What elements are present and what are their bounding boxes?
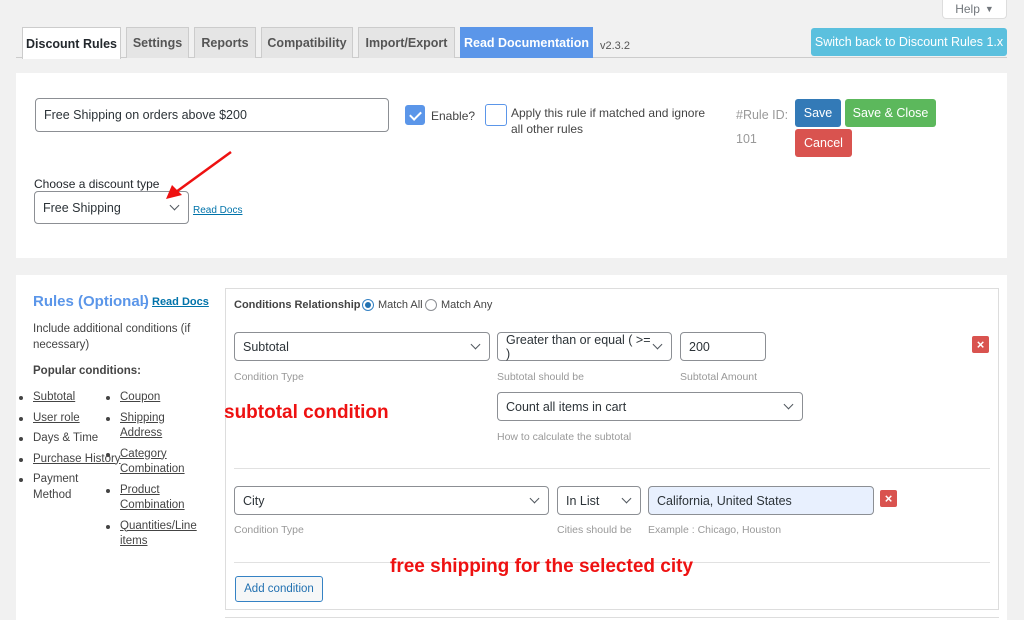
- rules-title: Rules (Optional): [33, 293, 149, 310]
- rule-id-value: 101: [736, 132, 757, 146]
- subtotal-calculation-select[interactable]: Count all items in cart: [497, 392, 803, 421]
- triangle-down-icon: ▼: [984, 4, 994, 14]
- popular-conditions-right: Coupon Shipping Address Category Combina…: [106, 390, 206, 555]
- chevron-down-icon: [783, 399, 794, 410]
- tab-reports[interactable]: Reports: [194, 27, 256, 58]
- condition-type-hint: Condition Type: [234, 524, 304, 536]
- match-all-radio[interactable]: [362, 299, 374, 311]
- tab-import-export[interactable]: Import/Export: [358, 27, 455, 58]
- subtotal-annotation: subtotal condition: [224, 402, 389, 423]
- arrow-shaft: [175, 150, 232, 194]
- subtotal-amount-hint: Subtotal Amount: [680, 371, 758, 383]
- cities-input[interactable]: California, United States: [648, 486, 874, 515]
- amount-value: 200: [689, 339, 710, 354]
- condition-link-subtotal[interactable]: Subtotal: [33, 391, 75, 403]
- help-label: Help: [955, 2, 980, 16]
- condition-link-quantities-line-items[interactable]: Quantities/Line items: [120, 520, 197, 548]
- condition-link-coupon[interactable]: Coupon: [120, 391, 160, 403]
- panel-bottom-border: [225, 617, 999, 618]
- popular-condition-item: Payment Method: [19, 472, 89, 503]
- discount-type-read-docs-link[interactable]: Read Docs: [193, 205, 242, 216]
- apply-exclusive-checkbox[interactable]: [485, 104, 507, 126]
- cities-example-hint: Example : Chicago, Houston: [648, 524, 782, 536]
- cities-value: California, United States: [657, 493, 792, 508]
- subtotal-calculation-hint: How to calculate the subtotal: [497, 431, 632, 443]
- save-button[interactable]: Save: [795, 99, 841, 127]
- city-operator-select[interactable]: In List: [557, 486, 641, 515]
- red-arrow-annotation: [166, 150, 232, 199]
- delete-condition-button[interactable]: ×: [972, 336, 989, 353]
- condition-payment-method: Payment Method: [33, 473, 79, 501]
- chevron-down-icon: [621, 493, 632, 504]
- close-icon: ×: [884, 491, 893, 506]
- chevron-down-icon: [652, 339, 663, 350]
- discount-type-value: Free Shipping: [43, 200, 121, 215]
- condition-link-category-combination[interactable]: Category Combination: [120, 448, 185, 476]
- condition-link-user-role[interactable]: User role: [33, 412, 80, 424]
- apply-exclusive-label: Apply this rule if matched and ignore al…: [511, 106, 706, 136]
- subtotal-amount-input[interactable]: 200: [680, 332, 766, 361]
- discount-type-label: Choose a discount type: [34, 177, 160, 191]
- save-close-button[interactable]: Save & Close: [845, 99, 936, 127]
- tab-compatibility[interactable]: Compatibility: [261, 27, 353, 58]
- conditions-relationship-label: Conditions Relationship: [234, 299, 361, 311]
- city-operator-hint: Cities should be: [557, 524, 632, 536]
- rule-title-value: Free Shipping on orders above $200: [44, 108, 247, 122]
- version-label: v2.3.2: [600, 40, 630, 52]
- city-annotation: free shipping for the selected city: [390, 556, 694, 577]
- city-condition-type-select[interactable]: City: [234, 486, 549, 515]
- tab-discount-rules[interactable]: Discount Rules: [22, 27, 121, 59]
- popular-conditions-label: Popular conditions:: [33, 365, 141, 377]
- rule-title-input[interactable]: Free Shipping on orders above $200: [35, 98, 389, 132]
- popular-condition-item: Days & Time: [19, 431, 119, 447]
- tab-read-documentation[interactable]: Read Documentation: [460, 27, 593, 58]
- condition-type-hint: Condition Type: [234, 371, 304, 383]
- calculation-value: Count all items in cart: [506, 399, 627, 414]
- operator-value: In List: [566, 493, 600, 508]
- delete-condition-button[interactable]: ×: [880, 490, 897, 507]
- popular-condition-item[interactable]: Purchase History: [19, 452, 121, 468]
- popular-condition-item[interactable]: Subtotal: [19, 390, 119, 406]
- popular-condition-item[interactable]: Quantities/Line items: [106, 519, 201, 550]
- enable-checkbox[interactable]: [405, 105, 425, 125]
- enable-label: Enable?: [431, 109, 476, 123]
- chevron-down-icon: [470, 339, 481, 350]
- condition-divider: [234, 468, 990, 469]
- popular-condition-item[interactable]: Coupon: [106, 390, 206, 406]
- operator-value: Greater than or equal ( >= ): [506, 332, 651, 361]
- popular-condition-item[interactable]: Product Combination: [106, 483, 196, 514]
- rule-id-label: #Rule ID:: [736, 108, 789, 122]
- condition-days-time: Days & Time: [33, 432, 99, 444]
- popular-condition-item[interactable]: User role: [19, 411, 119, 427]
- rules-title-dash: -: [142, 294, 147, 310]
- popular-conditions-left: Subtotal User role Days & Time Purchase …: [19, 390, 121, 508]
- rules-read-docs-link[interactable]: Read Docs: [152, 296, 209, 308]
- condition-link-shipping-address[interactable]: Shipping Address: [120, 412, 165, 440]
- rules-description: Include additional conditions (if necess…: [33, 323, 191, 351]
- cancel-button[interactable]: Cancel: [795, 129, 852, 157]
- match-any-label: Match Any: [441, 299, 493, 311]
- switch-back-button[interactable]: Switch back to Discount Rules 1.x: [811, 28, 1007, 56]
- match-all-label: Match All: [378, 299, 423, 311]
- help-button[interactable]: Help ▼: [942, 0, 1007, 19]
- popular-condition-item[interactable]: Category Combination: [106, 447, 196, 478]
- popular-condition-item[interactable]: Shipping Address: [106, 411, 176, 442]
- chevron-down-icon: [529, 493, 540, 504]
- subtotal-operator-select[interactable]: Greater than or equal ( >= ): [497, 332, 672, 361]
- subtotal-operator-hint: Subtotal should be: [497, 371, 584, 383]
- add-condition-button[interactable]: Add condition: [235, 576, 323, 602]
- condition-type-value: Subtotal: [243, 339, 289, 354]
- condition-type-value: City: [243, 493, 265, 508]
- match-any-radio[interactable]: [425, 299, 437, 311]
- close-icon: ×: [976, 337, 985, 352]
- subtotal-condition-type-select[interactable]: Subtotal: [234, 332, 490, 361]
- condition-link-product-combination[interactable]: Product Combination: [120, 484, 185, 512]
- tab-settings[interactable]: Settings: [126, 27, 189, 58]
- arrow-head: [166, 185, 182, 199]
